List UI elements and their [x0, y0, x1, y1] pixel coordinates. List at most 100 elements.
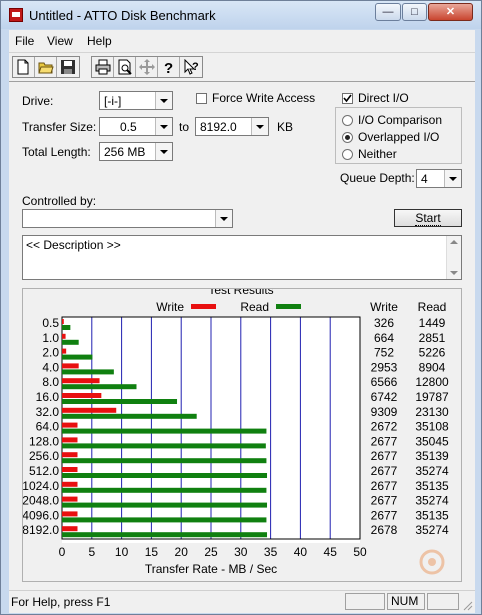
write-value-label: 2677 — [371, 449, 398, 463]
write-bar — [62, 363, 79, 369]
force-write-checkbox[interactable] — [196, 93, 207, 104]
category-label: 16.0 — [36, 390, 60, 404]
total-length-value: 256 MB — [104, 145, 146, 159]
read-bar — [62, 473, 268, 478]
drive-select[interactable]: [-i-] — [99, 91, 173, 110]
overlapped-io-label[interactable]: Overlapped I/O — [358, 130, 439, 144]
print-preview-icon[interactable] — [114, 57, 136, 77]
drive-dropdown-arrow-icon[interactable] — [155, 92, 172, 109]
category-label: 1024.0 — [23, 479, 59, 493]
x-tick-label: 0 — [59, 545, 66, 559]
write-bar — [62, 393, 102, 398]
menu-file[interactable]: File — [15, 34, 34, 48]
total-length-select[interactable]: 256 MB — [99, 142, 173, 161]
total-length-dropdown-arrow-icon[interactable] — [155, 143, 172, 160]
x-tick-label: 35 — [264, 545, 278, 559]
write-value-label: 326 — [374, 316, 394, 330]
category-label: 0.5 — [42, 316, 59, 330]
print-icon[interactable] — [92, 57, 114, 77]
queue-depth-value: 4 — [421, 172, 428, 186]
write-bar — [62, 437, 78, 443]
write-value-label: 2677 — [371, 464, 398, 478]
write-value-label: 664 — [374, 331, 394, 345]
transfer-to-dropdown-arrow-icon[interactable] — [251, 118, 268, 135]
menu-view[interactable]: View — [47, 34, 73, 48]
read-value-label: 2851 — [419, 331, 446, 345]
start-button[interactable]: Start — [394, 209, 462, 227]
read-bar — [62, 413, 197, 419]
controlled-by-dropdown-arrow-icon[interactable] — [215, 210, 232, 227]
x-tick-label: 10 — [115, 545, 129, 559]
category-label: 512.0 — [29, 464, 59, 478]
transfer-size-to-select[interactable]: 8192.0 — [195, 117, 269, 136]
description-scrollbar[interactable] — [446, 236, 461, 279]
toolbar-tools-group: ? ? — [91, 56, 203, 78]
app-window: Untitled - ATTO Disk Benchmark — □ ✕ Fil… — [0, 0, 482, 615]
x-tick-label: 30 — [234, 545, 248, 559]
resize-grip-icon[interactable] — [461, 599, 473, 611]
move-icon[interactable] — [136, 57, 158, 77]
read-bar — [62, 443, 266, 449]
write-bar — [62, 319, 64, 324]
direct-io-checkbox[interactable] — [342, 93, 353, 104]
write-bar — [62, 407, 117, 413]
drive-label: Drive: — [22, 94, 54, 108]
direct-io-label[interactable]: Direct I/O — [358, 91, 409, 105]
overlapped-io-radio[interactable] — [342, 132, 353, 143]
read-bar — [62, 517, 267, 523]
transfer-to-value: 8192.0 — [200, 120, 237, 134]
read-bar — [62, 369, 114, 375]
category-label: 4.0 — [42, 360, 59, 374]
title-bar[interactable]: Untitled - ATTO Disk Benchmark — □ ✕ — [1, 1, 481, 29]
read-value-label: 5226 — [419, 346, 446, 360]
transfer-size-from-select[interactable]: 0.5 — [99, 117, 173, 136]
read-bar — [62, 325, 71, 330]
read-bar — [62, 339, 79, 345]
read-value-label: 35135 — [415, 508, 449, 522]
svg-text:?: ? — [164, 60, 173, 75]
write-value-label: 2677 — [371, 479, 398, 493]
controlled-by-select[interactable] — [22, 209, 233, 228]
category-label: 4096.0 — [23, 508, 59, 522]
write-value-label: 9309 — [371, 405, 398, 419]
read-bar — [62, 428, 267, 434]
maximize-button[interactable]: □ — [402, 3, 427, 21]
write-value-label: 6742 — [371, 390, 398, 404]
queue-depth-dropdown-arrow-icon[interactable] — [444, 170, 461, 187]
help-icon[interactable]: ? — [158, 57, 180, 77]
description-text: << Description >> — [26, 238, 121, 252]
write-bar — [62, 452, 78, 458]
read-value-label: 35045 — [415, 434, 449, 448]
x-tick-label: 50 — [353, 545, 367, 559]
context-help-icon[interactable]: ? — [180, 57, 202, 77]
open-folder-icon[interactable] — [35, 57, 57, 77]
minimize-button[interactable]: — — [375, 3, 401, 21]
write-value-label: 2672 — [371, 420, 398, 434]
transfer-from-dropdown-arrow-icon[interactable] — [155, 118, 172, 135]
category-label: 1.0 — [42, 331, 59, 345]
save-icon[interactable] — [57, 57, 79, 77]
write-bar — [62, 496, 78, 502]
num-lock-indicator: NUM — [387, 593, 425, 610]
atto-app-icon[interactable] — [9, 8, 23, 22]
description-textarea[interactable]: << Description >> — [22, 235, 462, 280]
window-title: Untitled - ATTO Disk Benchmark — [29, 8, 216, 23]
close-button[interactable]: ✕ — [428, 3, 473, 21]
io-comparison-radio[interactable] — [342, 115, 353, 126]
neither-label[interactable]: Neither — [358, 147, 397, 161]
toolbar-file-group — [12, 56, 80, 78]
category-label: 64.0 — [36, 420, 60, 434]
menu-help[interactable]: Help — [87, 34, 112, 48]
drive-select-value: [-i-] — [104, 94, 122, 108]
write-value-label: 2678 — [371, 523, 398, 537]
queue-depth-select[interactable]: 4 — [416, 169, 462, 188]
x-tick-label: 25 — [204, 545, 218, 559]
read-value-label: 12800 — [415, 375, 449, 389]
test-results-group: Test Results Write Read Write Read 0 5 10 1… — [22, 288, 462, 582]
io-comparison-label[interactable]: I/O Comparison — [358, 113, 442, 127]
new-file-icon[interactable] — [13, 57, 35, 77]
legend-write-swatch — [191, 304, 216, 309]
write-bar — [62, 333, 66, 339]
neither-radio[interactable] — [342, 149, 353, 160]
force-write-label[interactable]: Force Write Access — [212, 91, 315, 105]
